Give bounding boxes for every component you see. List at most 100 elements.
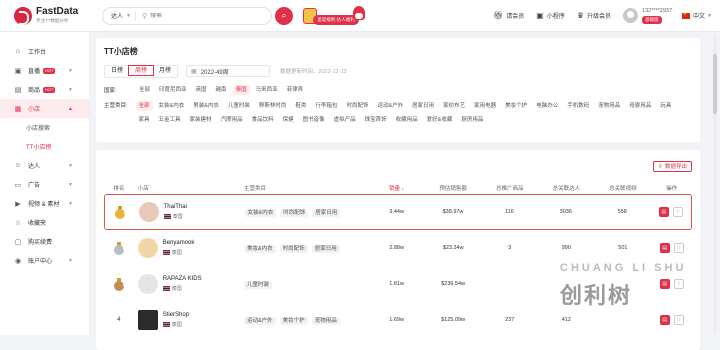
user-menu[interactable]: 132****2937 基础版 <box>623 8 672 24</box>
category-chip[interactable]: 家纺布艺 <box>440 101 468 111</box>
table-row[interactable]: 2 Benyamook 泰国 美妆&内衣 时尚配饰 居家日用 2.88w $23.3… <box>104 230 692 266</box>
sidebar-item-video[interactable]: ▶ 视频 & 素材 ▼ <box>0 194 89 213</box>
logo[interactable]: FastData 专注TT数据分析 <box>0 6 96 25</box>
sidebar-item-favorites[interactable]: ☆ 收藏夹 <box>0 213 89 232</box>
tab-daily[interactable]: 日榜 <box>105 66 129 77</box>
tab-weekly[interactable]: 周榜 <box>128 64 155 76</box>
sidebar-item-ads[interactable]: ▭ 广告 ▼ <box>0 175 89 194</box>
chevron-down-icon: ▼ <box>126 12 131 19</box>
rank-cell: 1 <box>105 206 135 219</box>
category-chip[interactable]: 时尚配饰 <box>343 101 371 111</box>
country-chip[interactable]: 菲律宾 <box>284 85 307 95</box>
header-products[interactable]: 总推广商品 <box>481 184 538 192</box>
promo-banner[interactable]: 圣诞福利·达人福利 <box>303 4 365 28</box>
sidebar-item-label: 视频 & 素材 <box>28 202 60 208</box>
category-chip-selected[interactable]: 全部 <box>135 101 153 111</box>
shop-cell[interactable]: RAPAZA KIDS 泰国 <box>134 274 236 294</box>
country-chip[interactable]: 马来西亚 <box>253 85 281 95</box>
category-chip[interactable]: 收藏用品 <box>393 115 421 125</box>
country-chip[interactable]: 越南 <box>213 85 230 95</box>
shop-cell[interactable]: ThaiThai 泰国 <box>135 202 237 222</box>
category-chip[interactable]: 女装&内衣 <box>156 101 188 111</box>
table-row[interactable]: 1 ThaiThai 泰国 女装&内衣 时尚配饰 居家日用 3.44w $38.97… <box>104 194 692 230</box>
mini-program-link[interactable]: ▣ 小程序 <box>536 11 565 20</box>
search-input[interactable] <box>150 12 271 19</box>
category-chip[interactable]: 爱好&收藏 <box>424 115 456 125</box>
sidebar-item-workbench[interactable]: ⌂ 工作台 <box>0 42 89 61</box>
page-scrollbar[interactable] <box>713 34 717 334</box>
sidebar-item-account[interactable]: ◉ 账户中心 ▼ <box>0 251 89 270</box>
sidebar-item-label: 购买续费 <box>28 240 53 246</box>
category-chip[interactable]: 虚拟产品 <box>331 115 359 125</box>
products-cell: 237 <box>505 317 515 323</box>
search-icon: ⌕ <box>281 10 287 20</box>
category-chip[interactable]: 珠宝首饰 <box>362 115 390 125</box>
category-chip[interactable]: 手机数码 <box>564 101 592 111</box>
country-chip[interactable]: 英国 <box>193 85 210 95</box>
category-chip[interactable]: 宠物用品 <box>595 101 623 111</box>
search-button[interactable]: ⌕ <box>275 6 293 25</box>
invite-member-link[interactable]: 🎁︎ 请会员 <box>493 11 524 20</box>
header-related-creators[interactable]: 总关联达人 <box>538 184 595 192</box>
category-chip[interactable]: 玩具 <box>657 101 674 111</box>
favorite-button[interactable]: ☆ <box>673 243 684 253</box>
category-chip[interactable]: 保健 <box>280 115 297 125</box>
shop-cell[interactable]: Benyamook 泰国 <box>134 238 236 258</box>
sidebar-item-creator[interactable]: ☺ 达人 ▼ <box>0 156 89 175</box>
country-chip[interactable]: 印度尼西亚 <box>156 85 190 95</box>
category-chip[interactable]: 运动&户外 <box>374 101 406 111</box>
category-chip[interactable]: 电脑办公 <box>533 101 561 111</box>
upgrade-member-link[interactable]: ♛ 升级会员 <box>577 11 611 20</box>
shop-country: 泰国 <box>162 249 195 256</box>
header-sales-sort[interactable]: 销量 ↓ <box>368 184 425 192</box>
category-chip[interactable]: 儿童时装 <box>225 101 253 111</box>
shop-cell[interactable]: StierShop 泰国 <box>134 310 236 330</box>
watermark-cn: 创利树 <box>560 283 633 308</box>
ad-icon: ▭ <box>14 181 22 189</box>
category-chip[interactable]: 母婴用品 <box>626 101 654 111</box>
mini-program-icon: ▣ <box>536 11 544 20</box>
search-region-select[interactable]: 达人 ▼ <box>103 10 136 21</box>
shop-country: 泰国 <box>163 213 187 220</box>
export-button[interactable]: ⇩ 数据导出 <box>652 160 692 172</box>
header-related-videos[interactable]: 总关联视频 <box>595 184 652 192</box>
sidebar-item-purchase[interactable]: ▢ 购买续费 <box>0 232 89 251</box>
watermark-en: CHUANG LI SHU <box>560 262 687 274</box>
header-gmv[interactable]: 预估销售额 <box>425 184 482 192</box>
category-chip[interactable]: 美妆个护 <box>502 101 530 111</box>
sidebar-item-live[interactable]: ▣ 直播 HOT ▼ <box>0 61 89 80</box>
category-chip[interactable]: 男装&内衣 <box>190 101 222 111</box>
category-chip[interactable]: 五金工具 <box>156 115 184 125</box>
category-chip[interactable]: 鞋类 <box>292 101 309 111</box>
sidebar-item-label: 商品 <box>28 88 41 94</box>
country-chip-selected[interactable]: 泰国 <box>232 85 250 95</box>
category-tag: 运动&户外 <box>244 317 276 325</box>
detail-button[interactable]: ▤ <box>659 243 670 253</box>
category-chip[interactable]: 穆斯林时尚 <box>256 101 290 111</box>
category-chip[interactable]: 行李箱包 <box>312 101 340 111</box>
top-header: FastData 专注TT数据分析 达人 ▼ ⚲ ⌕ 圣诞福利·达人福利 🎁︎ … <box>0 0 720 32</box>
scrollbar-thumb[interactable] <box>713 54 717 114</box>
shop-name: Benyamook <box>162 240 195 246</box>
category-chip[interactable]: 食品饮料 <box>249 115 277 125</box>
category-chip[interactable]: 居家日用 <box>409 101 437 111</box>
category-chip[interactable]: 厨房用品 <box>458 115 486 125</box>
tab-monthly[interactable]: 月榜 <box>153 66 177 77</box>
week-picker[interactable]: ▦ 2022-49周 <box>186 65 271 77</box>
sidebar-item-goods[interactable]: ▤ 商品 HOT ▼ <box>0 80 89 99</box>
creators-cell: 3036 <box>559 209 572 215</box>
category-chip[interactable]: 家具 <box>136 115 153 125</box>
detail-button[interactable]: ▤ <box>658 207 669 217</box>
category-chip[interactable]: 家装建材 <box>187 115 215 125</box>
sidebar-subitem-shop-search[interactable]: 小店搜索 <box>0 118 89 137</box>
favorite-button[interactable]: ☆ <box>672 207 683 217</box>
category-chip[interactable]: 家用电器 <box>471 101 499 111</box>
avatar <box>623 8 639 23</box>
sidebar-subitem-tt-shop-rank[interactable]: TT小店榜 <box>0 137 89 156</box>
hot-badge: HOT <box>43 67 56 74</box>
category-chip[interactable]: 汽摩用品 <box>218 115 246 125</box>
sidebar-item-shop[interactable]: ▦ 小店 ▲ <box>0 99 89 118</box>
category-chip[interactable]: 图书音像 <box>300 115 328 125</box>
language-select[interactable]: 中文 ▼ <box>682 11 712 20</box>
country-chip[interactable]: 全部 <box>136 85 153 95</box>
